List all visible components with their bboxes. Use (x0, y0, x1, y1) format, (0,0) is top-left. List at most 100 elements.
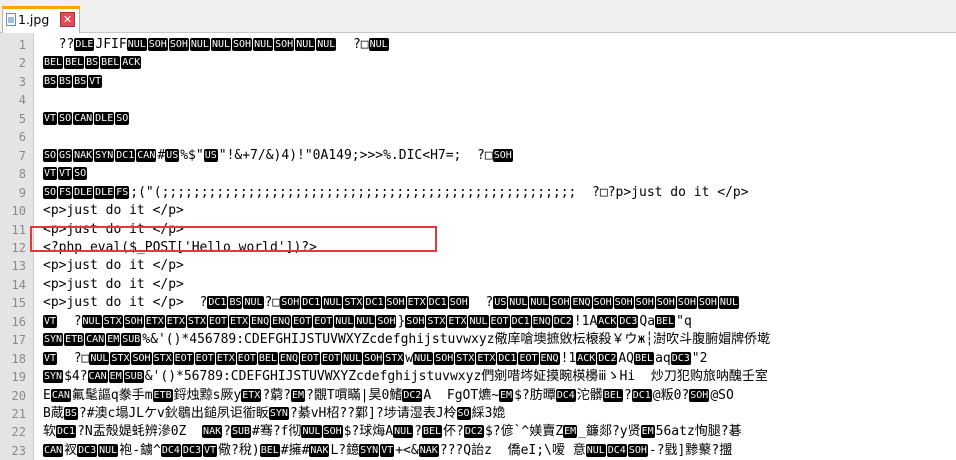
control-char-badge: SYN (94, 148, 115, 162)
code-text: $4? (64, 369, 88, 385)
control-char-badge: DLE (73, 185, 94, 199)
control-char-badge: SOH (434, 351, 455, 365)
control-char-badge: SUB (121, 333, 142, 347)
tab-bar: 1.jpg ✕ (0, 0, 956, 33)
control-char-badge: VT (43, 111, 58, 125)
line-number: 3 (18, 74, 26, 89)
control-char-badge: ENQ (278, 351, 299, 365)
code-text: <p>just do it </p> (43, 276, 184, 292)
code-text: E (43, 387, 51, 403)
control-char-badge: NUL (355, 314, 376, 328)
code-text: $?球烸A (343, 424, 394, 440)
line-number: 23 (11, 443, 26, 458)
control-char-badge: ETX (165, 314, 186, 328)
control-char-badge: STX (343, 296, 364, 310)
code-text: ?藭? (262, 387, 291, 403)
control-char-badge: NAK (418, 443, 439, 457)
code-line: <p>just do it </p> (43, 202, 184, 220)
code-text: 綵3嫓 (471, 406, 506, 421)
control-char-badge: NUL (301, 425, 322, 439)
code-text: ?? (43, 37, 75, 52)
control-char-badge: NUL (210, 38, 231, 51)
control-char-badge: ENQ (250, 314, 271, 328)
control-char-badge: SOH (634, 296, 655, 310)
control-char-badge: BEL (257, 351, 278, 365)
code-text: 56atz恂腿?碁 (655, 424, 742, 440)
control-char-badge: DC1 (56, 425, 77, 439)
tab-label: 1.jpg (18, 12, 50, 27)
control-char-badge: BEL (64, 56, 85, 70)
code-text: aq (655, 350, 671, 366)
control-char-badge: EOT (489, 314, 510, 328)
line-number: 1 (18, 38, 26, 52)
code-line: SYN $4?CAN EM SUB &'()*56789:CDEFGHIJSTUVWXY… (43, 368, 768, 386)
control-char-badge: ETX (476, 351, 497, 365)
line-number: 9 (18, 185, 26, 200)
control-char-badge: SYN (43, 333, 64, 347)
code-text: 氟髦謳q豢手m (71, 387, 153, 403)
code-line: ECAN 氟髦謳q豢手mETB 鋝烛黥s厥yETX ?藭?EM ?覵T嘪瞞|昊0鰭DC2… (43, 387, 734, 405)
control-char-badge: BEL (421, 425, 443, 439)
control-char-badge: SUB (230, 425, 251, 439)
code-text: # (157, 147, 166, 163)
tab-1-jpg[interactable]: 1.jpg ✕ (2, 6, 80, 33)
line-number: 4 (18, 93, 26, 108)
control-char-badge: EM (640, 425, 655, 439)
control-char-badge: BEL (655, 314, 676, 328)
code-text: @粄0? (652, 387, 690, 403)
control-char-badge: BEL (259, 443, 280, 457)
control-char-badge: STX (110, 351, 131, 365)
control-char-badge: ETB (64, 333, 85, 347)
control-char-badge: EM (108, 370, 123, 384)
line-number: 22 (11, 425, 26, 440)
code-text: $?肪曋 (514, 387, 556, 403)
line-number: 5 (18, 111, 26, 126)
code-text: ?□ (337, 37, 369, 52)
control-char-badge: ENQ (539, 351, 560, 365)
code-text: #骞?f彻 (252, 424, 302, 440)
control-char-badge: NUL (189, 38, 210, 51)
code-text: ?覵T嘪瞞|昊0鰭 (306, 387, 403, 403)
control-char-badge: NUL (393, 425, 414, 439)
control-char-badge: BS (58, 74, 73, 88)
control-char-badge: SO (115, 111, 130, 125)
control-char-badge: ENQ (571, 296, 592, 310)
red-annotation-box (30, 226, 437, 252)
control-char-badge: BEL (634, 351, 655, 365)
code-line: <p>just do it </p> (43, 276, 184, 294)
control-char-badge: VT (43, 167, 58, 181)
control-char-badge: DC3 (181, 443, 202, 457)
code-line: VT VT SO (43, 165, 88, 183)
code-text: JFIF (95, 37, 127, 52)
control-char-badge: SOH (322, 425, 343, 439)
code-line: <p>just do it </p> (43, 257, 184, 275)
line-number: 18 (11, 351, 26, 366)
control-char-badge: BS (43, 74, 58, 88)
code-text: %$" (180, 147, 204, 163)
control-char-badge: VT (88, 74, 103, 88)
line-number: 11 (11, 222, 26, 237)
control-char-badge: SO (73, 167, 88, 181)
control-char-badge: NAK (309, 443, 330, 457)
control-char-badge: BEL (602, 388, 623, 402)
line-number: 15 (11, 296, 26, 311)
code-text: 鋝烛黥s厥y (173, 387, 242, 403)
code-line: SO FS DLE DLE FS ;("(;;;;;;;;;;;;;;;;;;;;;;;;… (43, 184, 749, 202)
code-text: ? (469, 295, 494, 311)
control-char-badge: EM (563, 425, 578, 439)
control-char-badge: DC2 (402, 388, 423, 402)
code-text: "2 (691, 350, 708, 366)
code-text: &'()*56789:CDEFGHIJSTUVWXYZcdefghijstuvw… (144, 369, 768, 385)
control-char-badge: SOH (492, 148, 513, 162)
control-char-badge: DC2 (597, 351, 618, 365)
control-char-badge: SOH (168, 38, 189, 51)
control-char-badge: SOH (147, 38, 168, 51)
control-char-badge: SO (456, 407, 471, 420)
tab-close-icon[interactable]: ✕ (60, 12, 75, 27)
control-char-badge: STX (102, 314, 123, 328)
code-text: 伓? (443, 424, 464, 440)
control-char-badge: DLE (94, 185, 115, 199)
control-char-badge: VT (43, 351, 58, 365)
control-char-badge: SOH (697, 296, 718, 310)
line-number: 19 (11, 370, 26, 385)
